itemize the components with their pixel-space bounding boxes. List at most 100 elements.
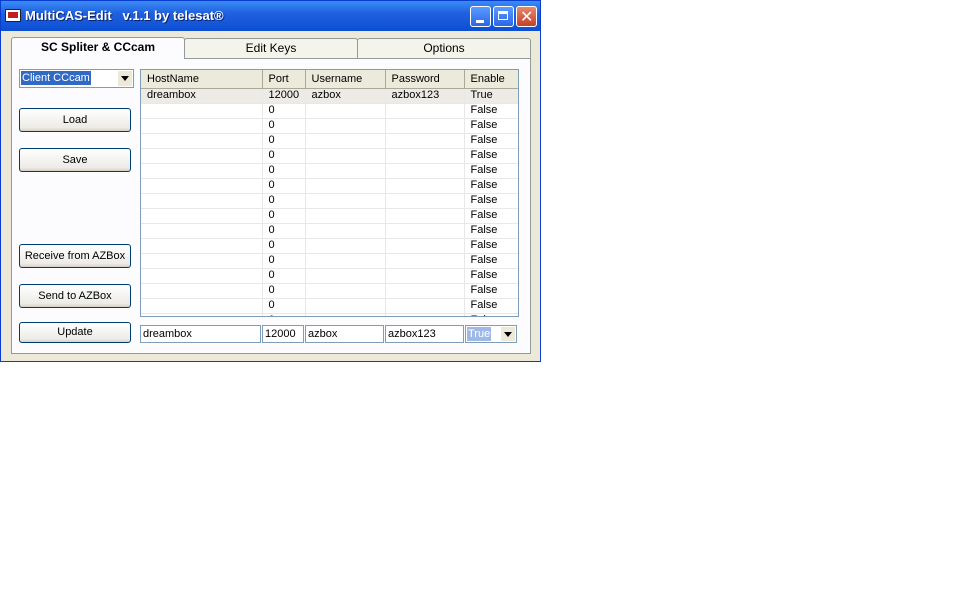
cell-port[interactable]: 0 <box>262 193 306 209</box>
cell-password[interactable] <box>385 238 465 254</box>
cell-password[interactable] <box>385 223 465 239</box>
cell-username[interactable] <box>305 133 386 149</box>
cell-enable[interactable]: False <box>464 208 518 224</box>
table-row[interactable]: 0 False <box>141 178 518 194</box>
column-header-port[interactable]: Port <box>262 70 306 89</box>
cell-hostname[interactable]: dreambox <box>141 88 263 104</box>
cell-enable[interactable]: False <box>464 238 518 254</box>
cell-hostname[interactable] <box>141 208 263 224</box>
cell-password[interactable] <box>385 148 465 164</box>
cell-username[interactable] <box>305 283 386 299</box>
cell-enable[interactable]: False <box>464 283 518 299</box>
table-row[interactable]: 0 False <box>141 208 518 224</box>
cell-hostname[interactable] <box>141 193 263 209</box>
cell-username[interactable] <box>305 238 386 254</box>
cell-username[interactable] <box>305 313 386 316</box>
table-row[interactable]: 0 False <box>141 193 518 209</box>
close-button[interactable]: ✕ <box>516 6 537 27</box>
table-row[interactable]: 0 False <box>141 133 518 149</box>
cell-hostname[interactable] <box>141 253 263 269</box>
cell-password[interactable] <box>385 103 465 119</box>
enable-select[interactable]: True <box>465 325 517 343</box>
cell-port[interactable]: 0 <box>262 118 306 134</box>
cell-username[interactable] <box>305 253 386 269</box>
cell-port[interactable]: 0 <box>262 208 306 224</box>
cell-password[interactable] <box>385 298 465 314</box>
cell-port[interactable]: 0 <box>262 223 306 239</box>
cell-enable[interactable]: False <box>464 133 518 149</box>
cell-port[interactable]: 0 <box>262 178 306 194</box>
cell-password[interactable] <box>385 268 465 284</box>
cell-port[interactable]: 12000 <box>262 88 306 104</box>
cell-enable[interactable]: False <box>464 253 518 269</box>
chevron-down-icon[interactable] <box>117 71 132 86</box>
table-row[interactable]: 0 False <box>141 118 518 134</box>
cell-username[interactable] <box>305 223 386 239</box>
cell-enable[interactable]: False <box>464 178 518 194</box>
cell-hostname[interactable] <box>141 283 263 299</box>
cell-enable[interactable]: False <box>464 313 518 316</box>
cell-username[interactable] <box>305 163 386 179</box>
username-field[interactable]: azbox <box>305 325 384 343</box>
chevron-down-icon[interactable] <box>500 327 515 341</box>
cell-password[interactable] <box>385 133 465 149</box>
cell-password[interactable] <box>385 163 465 179</box>
cell-password[interactable] <box>385 178 465 194</box>
cell-enable[interactable]: False <box>464 298 518 314</box>
cell-password[interactable] <box>385 313 465 316</box>
mode-select[interactable]: Client CCcam <box>19 69 134 88</box>
table-row[interactable]: 0 False <box>141 268 518 284</box>
cell-port[interactable]: 0 <box>262 268 306 284</box>
cell-enable[interactable]: False <box>464 193 518 209</box>
cell-port[interactable]: 0 <box>262 313 306 316</box>
table-row[interactable]: 0 False <box>141 253 518 269</box>
cell-password[interactable]: azbox123 <box>385 88 465 104</box>
server-grid[interactable]: HostName Port Username Password Enable d… <box>140 69 519 317</box>
cell-hostname[interactable] <box>141 298 263 314</box>
save-button[interactable]: Save <box>19 148 131 172</box>
send-to-azbox-button[interactable]: Send to AZBox <box>19 284 131 308</box>
table-row[interactable]: 0 False <box>141 313 518 316</box>
cell-port[interactable]: 0 <box>262 283 306 299</box>
cell-enable[interactable]: False <box>464 148 518 164</box>
table-row[interactable]: dreambox 12000 azbox azbox123 True <box>141 88 518 104</box>
table-row[interactable]: 0 False <box>141 238 518 254</box>
cell-hostname[interactable] <box>141 103 263 119</box>
cell-hostname[interactable] <box>141 313 263 316</box>
cell-port[interactable]: 0 <box>262 298 306 314</box>
minimize-button[interactable] <box>470 6 491 27</box>
maximize-button[interactable] <box>493 6 514 27</box>
cell-username[interactable] <box>305 298 386 314</box>
cell-port[interactable]: 0 <box>262 253 306 269</box>
cell-enable[interactable]: False <box>464 103 518 119</box>
hostname-field[interactable]: dreambox <box>140 325 261 343</box>
cell-username[interactable] <box>305 103 386 119</box>
column-header-username[interactable]: Username <box>305 70 386 89</box>
cell-enable[interactable]: False <box>464 268 518 284</box>
table-row[interactable]: 0 False <box>141 103 518 119</box>
title-bar[interactable]: MultiCAS-Edit v.1.1 by telesat® ✕ <box>1 1 540 31</box>
table-row[interactable]: 0 False <box>141 148 518 164</box>
cell-password[interactable] <box>385 118 465 134</box>
cell-password[interactable] <box>385 283 465 299</box>
cell-port[interactable]: 0 <box>262 238 306 254</box>
cell-enable[interactable]: False <box>464 163 518 179</box>
receive-from-azbox-button[interactable]: Receive from AZBox <box>19 244 131 268</box>
cell-password[interactable] <box>385 208 465 224</box>
cell-username[interactable] <box>305 208 386 224</box>
column-header-hostname[interactable]: HostName <box>141 70 263 89</box>
load-button[interactable]: Load <box>19 108 131 132</box>
table-row[interactable]: 0 False <box>141 298 518 314</box>
cell-enable[interactable]: False <box>464 118 518 134</box>
cell-hostname[interactable] <box>141 163 263 179</box>
update-button[interactable]: Update <box>19 322 131 343</box>
cell-hostname[interactable] <box>141 223 263 239</box>
cell-hostname[interactable] <box>141 148 263 164</box>
port-field[interactable]: 12000 <box>262 325 304 343</box>
cell-port[interactable]: 0 <box>262 103 306 119</box>
cell-password[interactable] <box>385 193 465 209</box>
tab-sc-spliter-cccam[interactable]: SC Spliter & CCcam <box>11 37 185 59</box>
cell-hostname[interactable] <box>141 268 263 284</box>
cell-password[interactable] <box>385 253 465 269</box>
cell-username[interactable] <box>305 148 386 164</box>
